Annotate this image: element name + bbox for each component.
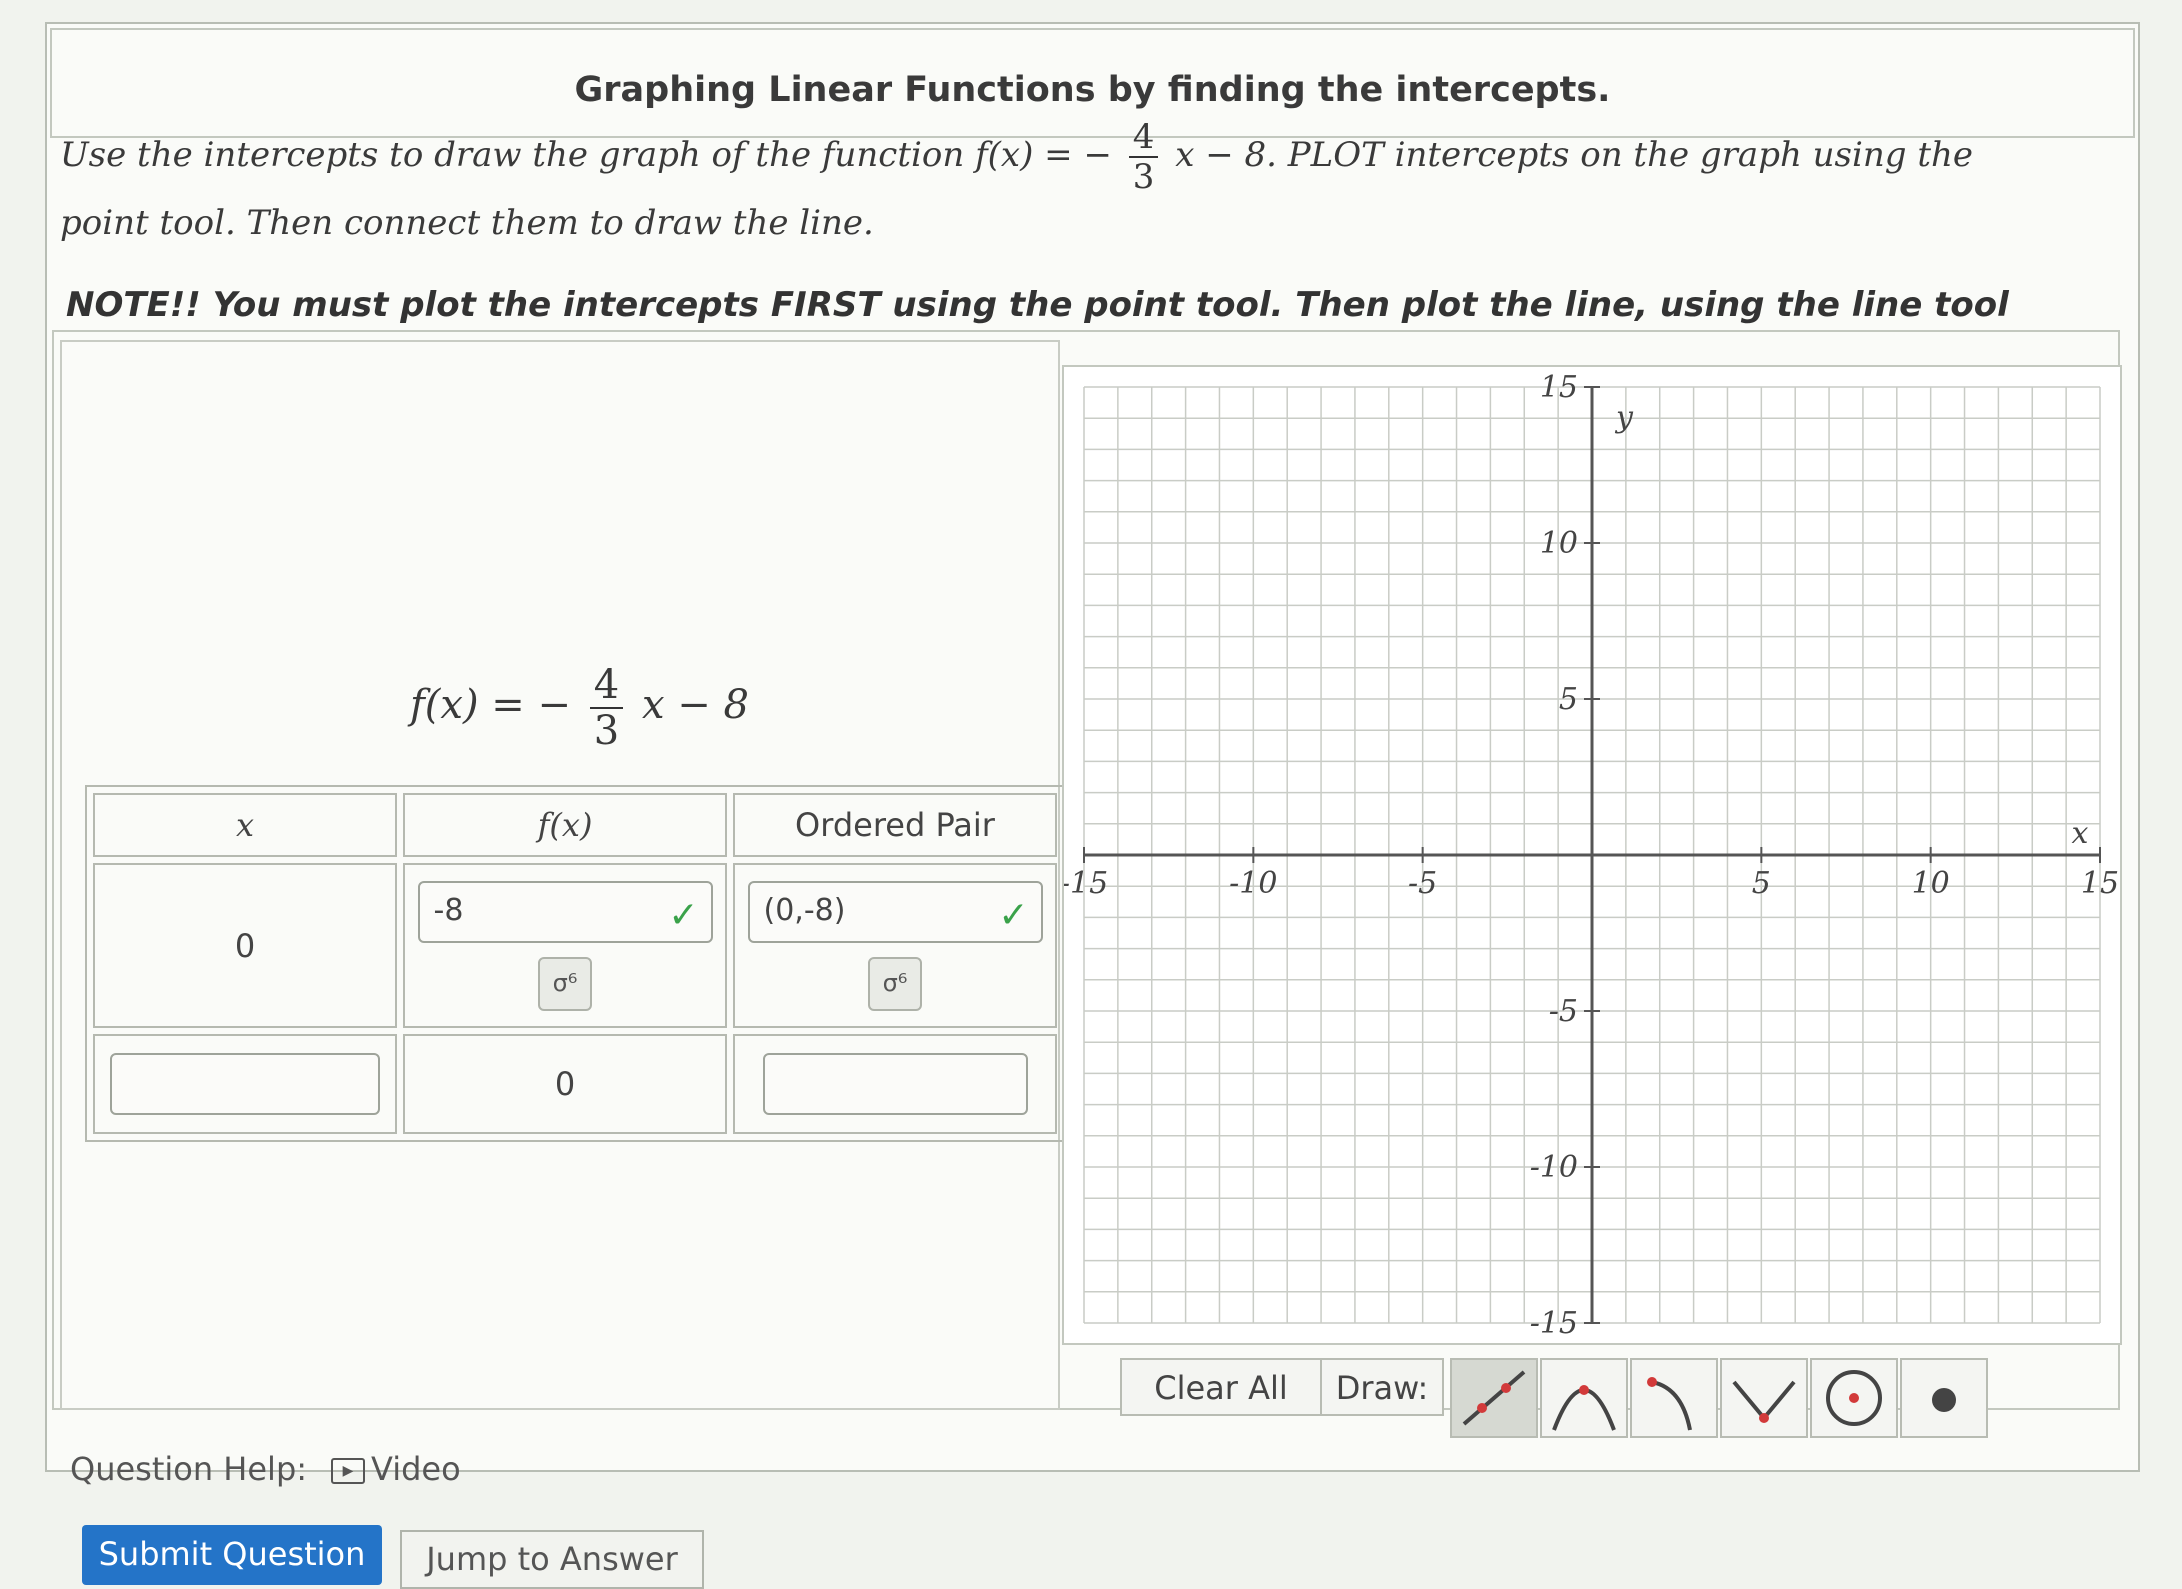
instructions-fraction: 43 [1128, 120, 1159, 194]
x-tick-label: 5 [1752, 866, 1771, 901]
jump-to-answer-button[interactable]: Jump to Answer [400, 1530, 704, 1589]
instructions: Use the intercepts to draw the graph of … [60, 120, 2060, 252]
fx-input-row1[interactable]: -8 ✓ [417, 880, 713, 943]
function-fraction: 43 [589, 665, 624, 751]
instructions-xterm: x − 8 [1175, 135, 1267, 175]
instructions-fx: f(x) = [975, 135, 1073, 175]
sqrt-tool-icon[interactable] [1630, 1358, 1718, 1438]
note-text: NOTE!! You must plot the intercepts FIRS… [66, 285, 2009, 325]
clear-all-button[interactable]: Clear All [1120, 1358, 1322, 1416]
y-tick-label: 5 [1559, 682, 1578, 717]
y-tick-label: -15 [1530, 1306, 1578, 1341]
question-help: Question Help: ▶ Video [70, 1450, 461, 1488]
graph-svg[interactable]: -15 -10 -5 5 10 15 15 10 5 -5 -10 -15 x y [1060, 367, 2120, 1343]
absolute-value-tool-icon[interactable] [1720, 1358, 1808, 1438]
x-tick-label: 10 [1912, 866, 1950, 901]
y-axis-label: y [1614, 400, 1634, 435]
table-row: 0 [93, 1034, 1057, 1134]
cell-x-row2 [93, 1034, 397, 1134]
graph-canvas[interactable]: -15 -10 -5 5 10 15 15 10 5 -5 -10 -15 x y [1060, 365, 2122, 1345]
cell-fx-row1: -8 ✓ σ⁶ [403, 863, 727, 1028]
line-tool-icon[interactable] [1450, 1358, 1538, 1438]
y-tick-label: -5 [1549, 994, 1578, 1029]
check-icon: ✓ [668, 894, 699, 936]
cell-x-row1: 0 [93, 863, 397, 1028]
video-icon[interactable]: ▶ [331, 1458, 366, 1484]
instructions-text: Use the intercepts to draw the graph of … [60, 135, 965, 175]
circle-tool-icon[interactable] [1810, 1358, 1898, 1438]
values-table: x f(x) Ordered Pair 0 -8 ✓ σ⁶ (0,-8) ✓ σ⁶ … [85, 785, 1065, 1142]
function-display: f(x) = − 43 x − 8 [410, 662, 749, 754]
header-ordered-pair: Ordered Pair [733, 793, 1057, 857]
page-title: Graphing Linear Functions by finding the… [574, 70, 1611, 110]
video-link[interactable]: Video [371, 1450, 461, 1488]
draw-label: Draw: [1322, 1358, 1444, 1416]
x-tick-label: -5 [1408, 866, 1437, 901]
point-tool-icon[interactable] [1900, 1358, 1988, 1438]
x-tick-label: -15 [1064, 866, 1108, 901]
instructions-minus: − [1083, 135, 1112, 175]
math-keyboard-icon[interactable]: σ⁶ [868, 956, 922, 1011]
header-fx: f(x) [403, 793, 727, 857]
y-tick-label: 15 [1540, 370, 1578, 405]
table-row: 0 -8 ✓ σ⁶ (0,-8) ✓ σ⁶ [93, 863, 1057, 1028]
pair-input-row1[interactable]: (0,-8) ✓ [747, 880, 1043, 943]
x-input-row2[interactable] [110, 1053, 380, 1115]
y-tick-label: 10 [1540, 526, 1578, 561]
pair-input-row2[interactable] [762, 1053, 1028, 1115]
x-tick-label: -10 [1229, 866, 1277, 901]
parabola-tool-icon[interactable] [1540, 1358, 1628, 1438]
header-x: x [93, 793, 397, 857]
x-tick-label: 15 [2081, 866, 2119, 901]
submit-question-button[interactable]: Submit Question [82, 1525, 382, 1585]
cell-fx-row2: 0 [403, 1034, 727, 1134]
x-axis-label: x [2072, 816, 2089, 851]
check-icon: ✓ [998, 894, 1029, 936]
math-keyboard-icon[interactable]: σ⁶ [538, 956, 592, 1011]
cell-pair-row1: (0,-8) ✓ σ⁶ [733, 863, 1057, 1028]
cell-pair-row2 [733, 1034, 1057, 1134]
y-tick-label: -10 [1530, 1150, 1578, 1185]
